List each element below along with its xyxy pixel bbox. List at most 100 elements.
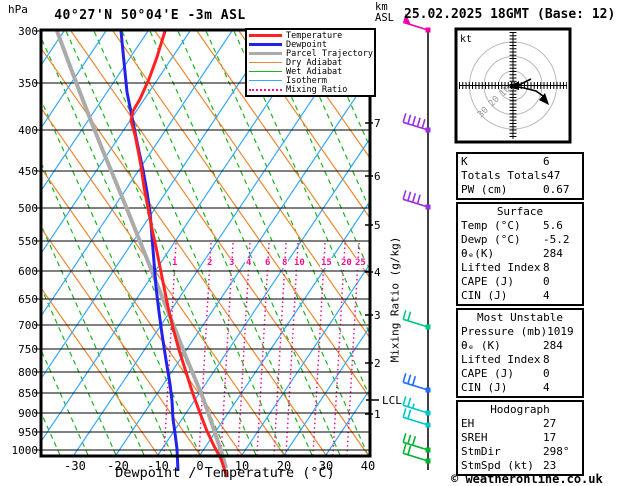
pressure-tick-label: 450 xyxy=(18,165,38,178)
indices-row-label: Temp (°C) xyxy=(461,219,521,232)
indices-row-label: StmDir xyxy=(461,445,501,458)
indices-row-label: K xyxy=(461,155,468,168)
indices-row: PW (cm) 0.67 xyxy=(461,183,579,197)
indices-row: CIN (J) 4 xyxy=(461,381,579,395)
temp-tick-label: 40 xyxy=(360,459,376,473)
legend-box: Temperature Dewpoint Parcel Trajectory Dry … xyxy=(245,28,376,97)
indices-row-value: 0.67 xyxy=(543,183,570,196)
wind-barb-column xyxy=(402,13,431,470)
indices-section-title: Most Unstable xyxy=(476,311,564,324)
mixing-ratio-value-label: 1 xyxy=(171,258,179,268)
indices-row-value: 17 xyxy=(543,431,557,444)
indices-row: Temp (°C) 5.6 xyxy=(461,219,579,233)
legend-line-sample xyxy=(249,52,282,55)
km-tick-label: 7 xyxy=(374,117,381,130)
indices-row-label: EH xyxy=(461,417,475,430)
hodograph-box: kt102030 xyxy=(454,27,572,144)
pressure-tick-label: 300 xyxy=(18,25,38,38)
indices-row-value: 23 xyxy=(543,459,557,472)
indices-row-label: θₑ(K) xyxy=(461,247,495,260)
indices-row-label: StmSpd (kt) xyxy=(461,459,534,472)
km-tick-label: 4 xyxy=(374,266,381,279)
skewt-sounding-page: kt 10 20 30 hPa 40°27'N 50°04'E -3m ASL 25.… xyxy=(0,0,629,486)
altitude-axis-unit: km ASL xyxy=(375,1,394,24)
indices-row-value: 6 xyxy=(543,155,550,168)
indices-row-value: 284 xyxy=(543,247,563,260)
datetime-header: 25.02.2025 18GMT (Base: 12) xyxy=(404,7,616,22)
pressure-tick-label: 850 xyxy=(18,387,38,400)
temp-tick-label: 10 xyxy=(234,459,250,473)
indices-row-value: 8 xyxy=(543,261,550,274)
indices-row-value: -5.2 xyxy=(543,233,570,246)
indices-row: CIN (J) 4 xyxy=(461,289,579,303)
indices-row: StmDir 298° xyxy=(461,445,579,459)
indices-row-label: CAPE (J) xyxy=(461,367,514,380)
pressure-tick-label: 950 xyxy=(18,426,38,439)
mixing-ratio-axis-label: Mixing Ratio (g/kg) xyxy=(388,236,402,363)
legend-line-sample xyxy=(249,34,282,37)
indices-row-value: 27 xyxy=(543,417,557,430)
indices-row: Dewp (°C) -5.2 xyxy=(461,233,579,247)
indices-row: θₑ(K) 284 xyxy=(461,247,579,261)
wind-barb xyxy=(402,310,431,330)
indices-row-label: PW (cm) xyxy=(461,183,508,196)
temp-tick-label: -30 xyxy=(64,459,86,473)
temp-tick-label: -10 xyxy=(147,459,169,473)
wind-barb xyxy=(402,396,431,416)
km-tick-label: 5 xyxy=(374,219,381,232)
indices-row: θₑ (K) 284 xyxy=(461,339,579,353)
legend-line-sample xyxy=(249,43,282,46)
indices-row-value: 0 xyxy=(543,275,550,288)
mixing-ratio-value-label: 2 xyxy=(206,258,214,268)
indices-panel: K 6 Totals Totals 47 PW (cm) 0.67 Surface Temp … xyxy=(456,152,584,478)
indices-row-label: Pressure (mb) xyxy=(461,325,548,338)
indices-section: Surface Temp (°C) 5.6 Dewp (°C) -5.2 θₑ(K) 284… xyxy=(456,202,584,306)
temp-tick-label: -20 xyxy=(107,459,129,473)
indices-row-value: 284 xyxy=(543,339,563,352)
indices-row: CAPE (J) 0 xyxy=(461,275,579,289)
pressure-tick-label: 700 xyxy=(18,319,38,332)
wind-barb xyxy=(402,373,431,393)
indices-section: Hodograph EH 27 SREH 17 StmDir 298° StmSpd (kt)… xyxy=(456,400,584,476)
km-tick-label: 1 xyxy=(374,408,381,421)
legend-line-sample xyxy=(249,62,282,63)
pressure-tick-label: 600 xyxy=(18,265,38,278)
pressure-tick-label: 350 xyxy=(18,77,38,90)
legend-line-sample xyxy=(249,80,282,81)
pressure-tick-label: 550 xyxy=(18,235,38,248)
indices-row: CAPE (J) 0 xyxy=(461,367,579,381)
indices-row: Pressure (mb) 1019 xyxy=(461,325,579,339)
temp-tick-label: 20 xyxy=(276,459,292,473)
mixing-ratio-value-label: 15 xyxy=(320,258,333,268)
indices-row-label: CIN (J) xyxy=(461,381,508,394)
mixing-ratio-value-label: 6 xyxy=(264,258,272,268)
legend-item-label: Mixing Ratio xyxy=(286,84,348,95)
indices-row: SREH 17 xyxy=(461,431,579,445)
indices-row: EH 27 xyxy=(461,417,579,431)
pressure-tick-label: 750 xyxy=(18,343,38,356)
chart-title: 40°27'N 50°04'E -3m ASL xyxy=(54,8,246,23)
pressure-tick-label: 500 xyxy=(18,202,38,215)
indices-row: StmSpd (kt) 23 xyxy=(461,459,579,473)
legend-line-sample xyxy=(249,88,282,91)
pressure-tick-label: 400 xyxy=(18,124,38,137)
mixing-ratio-value-label: 8 xyxy=(281,258,289,268)
indices-row-value: 298° xyxy=(543,445,570,458)
indices-row-value: 47 xyxy=(547,169,561,182)
mixing-ratio-value-label: 25 xyxy=(354,258,367,268)
km-tick-label: 2 xyxy=(374,357,381,370)
mixing-ratio-value-label: 4 xyxy=(245,258,253,268)
indices-row-label: Totals Totals xyxy=(461,169,548,182)
indices-row-value: 4 xyxy=(543,381,550,394)
indices-row-value: 0 xyxy=(543,367,550,380)
indices-row-label: CIN (J) xyxy=(461,289,508,302)
indices-section: Most Unstable Pressure (mb) 1019 θₑ (K) 284 L… xyxy=(456,308,584,398)
indices-row: Lifted Index 8 xyxy=(461,353,579,367)
km-tick-label: 6 xyxy=(374,170,381,183)
mixing-ratio-value-label: 10 xyxy=(293,258,306,268)
pressure-axis-unit: hPa xyxy=(8,3,28,16)
indices-row-label: CAPE (J) xyxy=(461,275,514,288)
legend-item: Mixing Ratio xyxy=(249,84,372,95)
hodograph-unit-label: kt xyxy=(460,34,472,45)
indices-section-title: Hodograph xyxy=(490,403,550,416)
